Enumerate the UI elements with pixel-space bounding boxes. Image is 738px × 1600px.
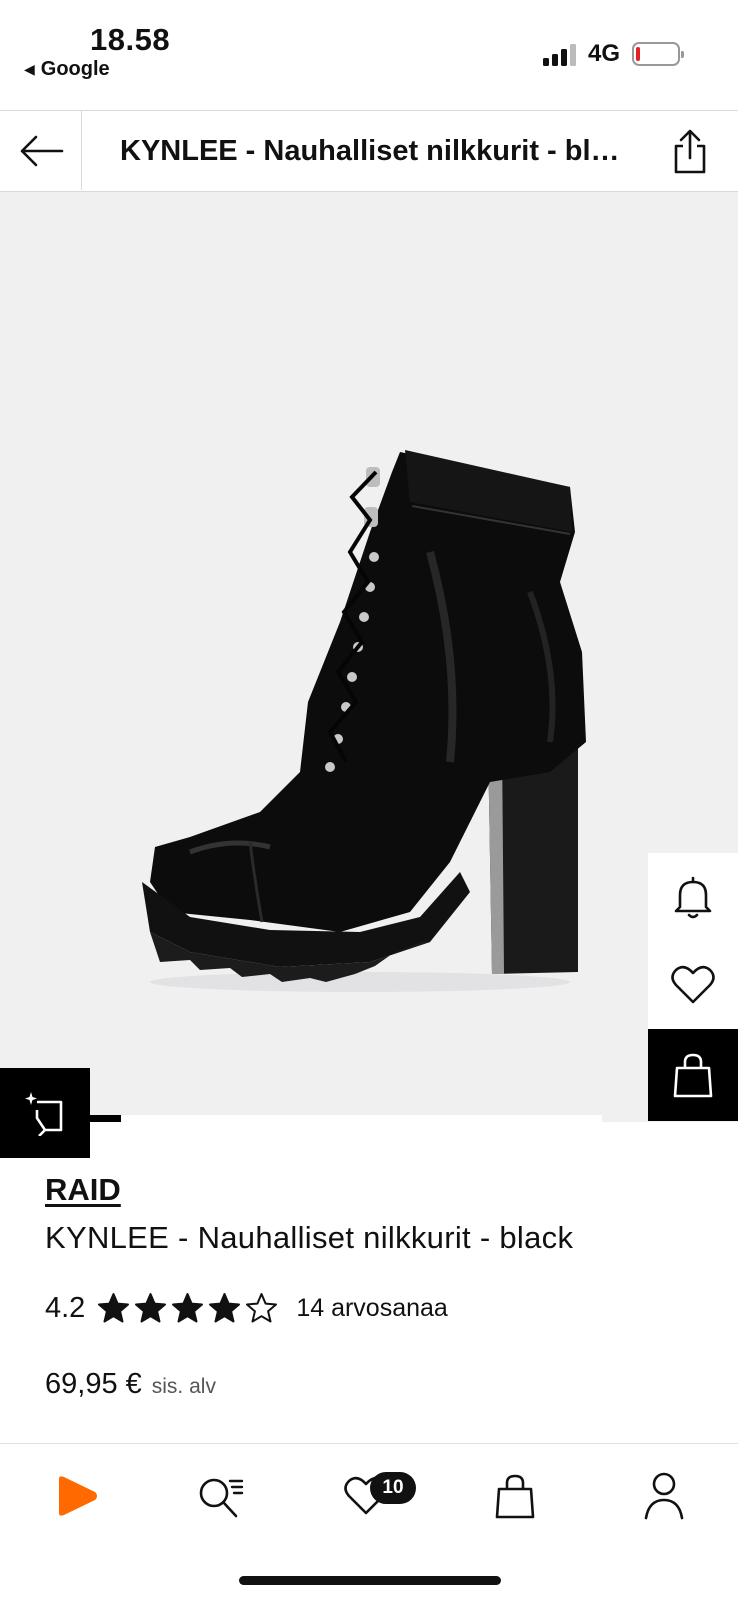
notify-button[interactable]: [648, 853, 738, 941]
status-bar: 18.58 ◀ Google 4G: [0, 0, 738, 110]
rating-stars: [97, 1292, 278, 1325]
price-row: 69,95 € sis. alv: [45, 1368, 216, 1401]
gallery-progress-fill: [90, 1115, 121, 1122]
star-filled-icon: [135, 1293, 167, 1323]
rating-count: 14 arvosanaa: [296, 1294, 448, 1322]
star-filled-icon: [172, 1293, 204, 1323]
header-title: KYNLEE - Nauhalliset nilkkurit - black: [120, 135, 630, 167]
product-header: KYNLEE - Nauhalliset nilkkurit - black: [0, 110, 738, 192]
battery-icon: [632, 42, 684, 66]
back-button[interactable]: [0, 111, 82, 190]
nav-cart[interactable]: [485, 1466, 545, 1526]
product-image-boot: [142, 450, 586, 992]
status-indicators: 4G: [542, 40, 684, 68]
back-to-app-link[interactable]: ◀ Google: [24, 58, 110, 81]
product-image-gallery[interactable]: [0, 192, 738, 1122]
price: 69,95 €: [45, 1368, 142, 1400]
home-indicator[interactable]: [239, 1576, 501, 1585]
wishlist-add-button[interactable]: [648, 941, 738, 1029]
fit-icon: [25, 1092, 63, 1136]
back-arrow-icon: [20, 135, 63, 166]
back-triangle-icon: ◀: [24, 61, 35, 77]
vat-note: sis. alv: [151, 1375, 216, 1398]
battery-level: [636, 47, 640, 61]
nav-wishlist[interactable]: 10: [336, 1466, 416, 1526]
brand-link[interactable]: RAID: [45, 1172, 121, 1208]
gallery-progress: [90, 1115, 602, 1122]
share-button[interactable]: [668, 127, 712, 175]
cart-icon: [495, 1474, 535, 1519]
nav-home[interactable]: [46, 1466, 106, 1526]
rating-value: 4.2: [45, 1292, 86, 1324]
home-icon: [59, 1476, 97, 1516]
network-label: 4G: [587, 40, 620, 67]
bell-icon: [674, 876, 712, 919]
side-action-panel: [648, 853, 738, 1121]
star-filled-icon: [209, 1293, 241, 1323]
product-name: KYNLEE - Nauhalliset nilkkurit - black: [45, 1220, 574, 1255]
status-time: 18.58: [90, 22, 171, 57]
nav-search[interactable]: [191, 1466, 251, 1526]
add-to-bag-button[interactable]: [648, 1029, 738, 1121]
signal-icon: [542, 42, 576, 66]
star-filled-icon: [98, 1293, 130, 1323]
star-empty-icon: [246, 1293, 278, 1323]
nav-profile[interactable]: [634, 1466, 694, 1526]
back-app-label: Google: [40, 58, 110, 80]
fit-finder-button[interactable]: [0, 1068, 90, 1158]
bag-icon: [673, 1053, 713, 1098]
rating-row[interactable]: 4.2 14 arvosanaa: [45, 1292, 448, 1325]
heart-icon: [671, 965, 715, 1004]
search-icon: [199, 1478, 244, 1518]
wishlist-count-badge: 10: [370, 1472, 416, 1504]
profile-icon: [644, 1472, 684, 1520]
share-icon: [674, 129, 706, 174]
